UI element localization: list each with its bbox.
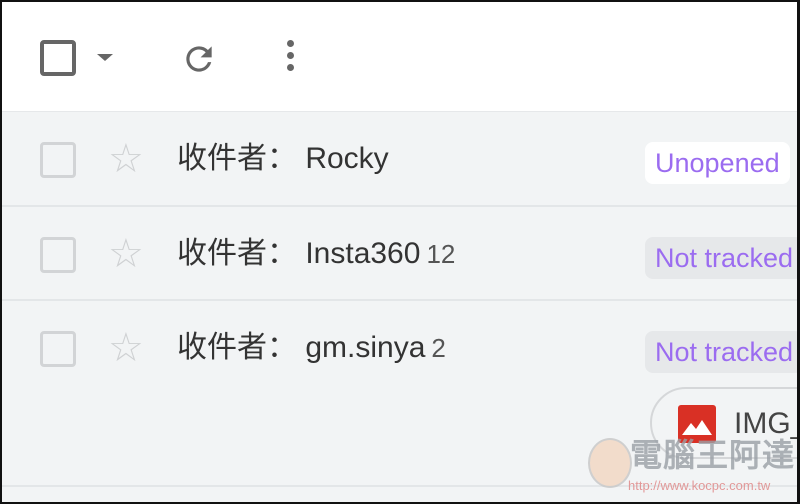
- thread-count: 12: [426, 239, 456, 269]
- star-icon[interactable]: ☆: [108, 328, 144, 368]
- more-vert-icon[interactable]: [284, 40, 296, 76]
- sender-name: 收件者： Insta360: [177, 237, 421, 270]
- row-checkbox[interactable]: [40, 331, 76, 367]
- list-item[interactable]: ☆ 收件者： Rocky Unopened: [2, 112, 797, 207]
- watermark-url: http://www.kocpc.com.tw: [628, 478, 771, 493]
- sender-name: 收件者： Rocky: [177, 142, 389, 175]
- sender: 收件者： Rocky: [177, 141, 389, 177]
- sender: 收件者： gm.sinya 2: [177, 330, 446, 366]
- inbox-list: ☆ 收件者： Rocky Unopened ☆ 收件者： Insta360 12 …: [0, 0, 800, 504]
- watermark-logo: 電腦王阿達 http://www.kocpc.com.tw: [588, 434, 797, 498]
- toolbar: [2, 2, 797, 112]
- mascot-icon: [588, 438, 632, 488]
- row-checkbox[interactable]: [40, 142, 76, 178]
- star-icon[interactable]: ☆: [108, 234, 144, 274]
- status-badge: Not tracked: [645, 331, 797, 373]
- status-badge: Not tracked: [645, 237, 797, 279]
- caret-down-icon[interactable]: [97, 54, 113, 61]
- select-all-checkbox[interactable]: [40, 40, 76, 76]
- status-badge: Unopened: [645, 142, 790, 184]
- row-checkbox[interactable]: [40, 237, 76, 273]
- thread-count: 2: [431, 333, 446, 363]
- list-item[interactable]: ☆ 收件者： Insta360 12 Not tracked: [2, 207, 797, 301]
- sender: 收件者： Insta360 12: [177, 236, 455, 272]
- sender-name: 收件者： gm.sinya: [177, 331, 426, 364]
- star-icon[interactable]: ☆: [108, 139, 144, 179]
- refresh-icon[interactable]: [180, 40, 218, 78]
- watermark-title: 電腦王阿達: [630, 437, 796, 473]
